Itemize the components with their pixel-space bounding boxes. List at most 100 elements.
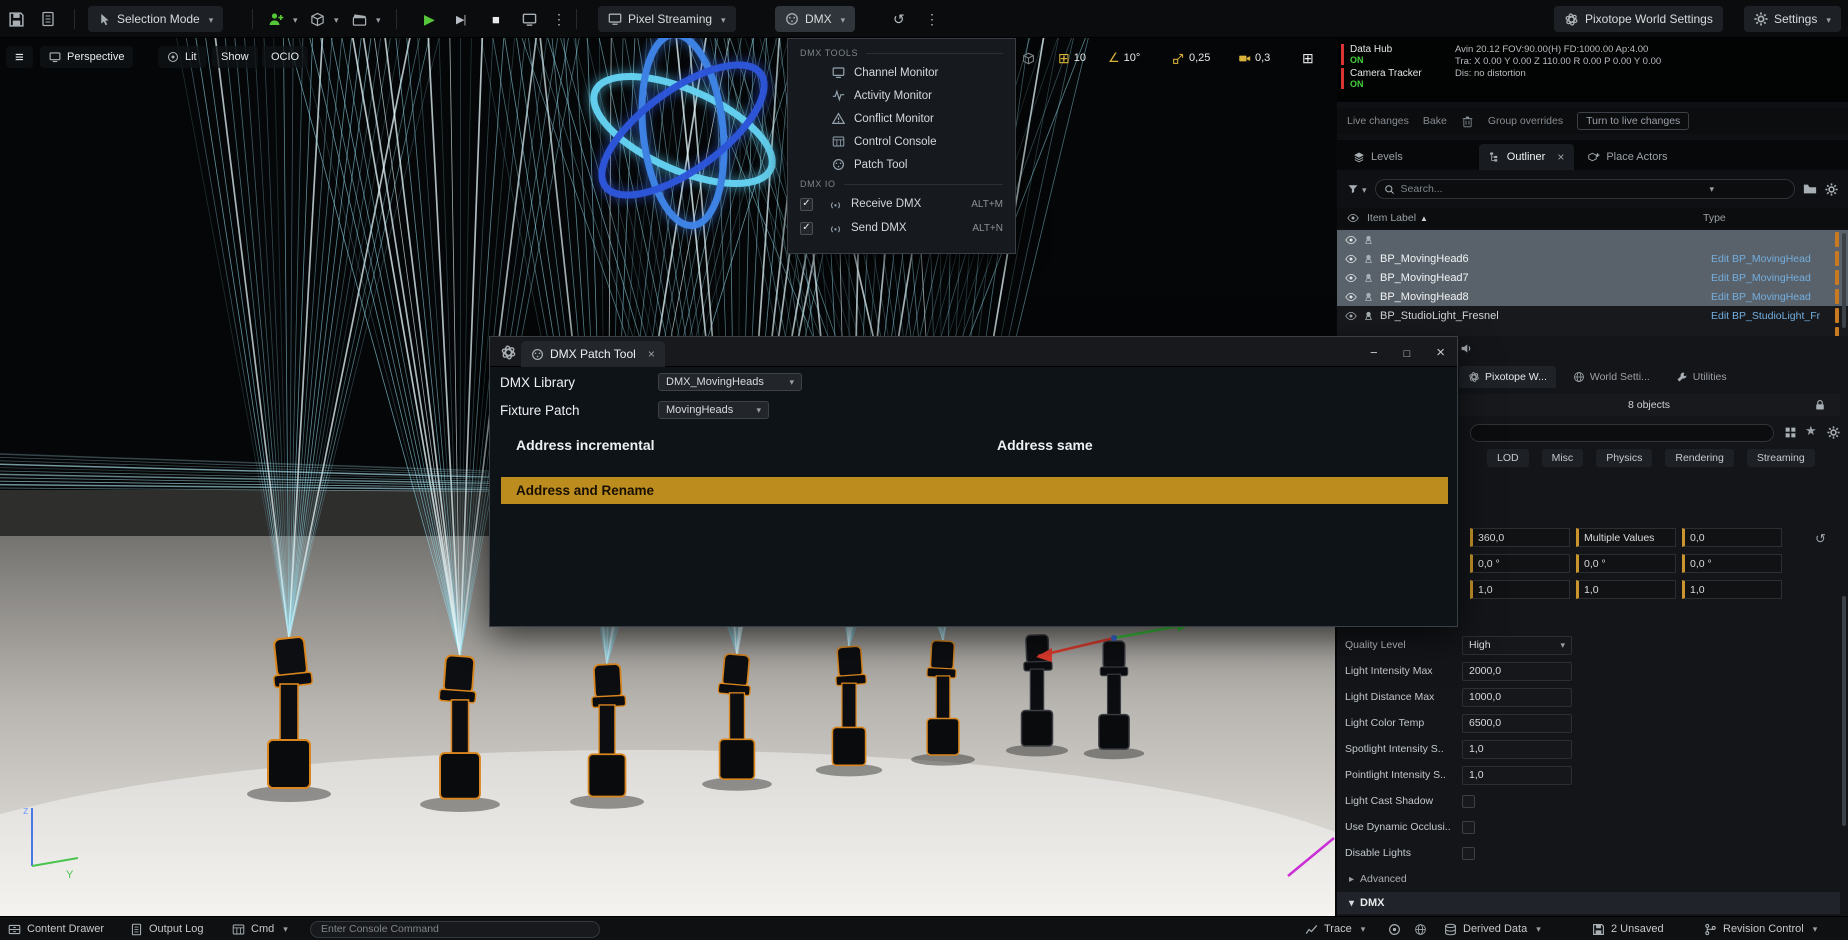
filter-pill-physics[interactable]: Physics [1596, 449, 1652, 467]
address-and-rename-button[interactable]: Address and Rename [501, 477, 1448, 504]
show-dropdown[interactable]: Show [212, 46, 258, 68]
derived-data-dropdown[interactable]: Derived Data [1444, 917, 1541, 940]
menu-item-send-dmx[interactable]: Send DMX ALT+N [788, 216, 1015, 240]
cmd-dropdown[interactable]: Cmd [232, 917, 288, 940]
reset-transform-button[interactable] [1815, 530, 1826, 548]
output-log-button[interactable]: Output Log [130, 917, 203, 940]
table-row-partial[interactable] [1337, 325, 1848, 336]
rotation-z-field[interactable]: 0,0 ° [1682, 554, 1782, 573]
menu-item-activity-monitor[interactable]: Activity Monitor [788, 84, 1015, 107]
maximize-viewport-button[interactable] [1302, 47, 1314, 69]
receive-dmx-checkbox[interactable] [800, 198, 813, 211]
address-same-button[interactable]: Address same [997, 437, 1093, 453]
item-label-column-header[interactable]: Item Label [1367, 212, 1428, 224]
eye-icon[interactable] [1345, 253, 1357, 265]
eye-icon[interactable] [1345, 310, 1357, 322]
scale-x-field[interactable]: 1,0 [1470, 580, 1570, 599]
revision-control-dropdown[interactable]: Revision Control [1704, 917, 1817, 940]
table-row[interactable]: BP_MovingHead7 Edit BP_MovingHead [1337, 268, 1848, 287]
tab-place-actors[interactable]: Place Actors [1578, 144, 1677, 170]
toolbar-overflow-button[interactable] [925, 6, 939, 32]
outliner-search-input[interactable] [1401, 183, 1701, 195]
eye-icon[interactable] [1345, 272, 1357, 284]
open-asset-button[interactable] [40, 6, 56, 32]
camera-speed-button[interactable]: 0,3 [1238, 47, 1270, 69]
star-icon[interactable]: ★ [1805, 423, 1817, 439]
trash-icon[interactable] [1461, 115, 1474, 128]
edit-blueprint-link[interactable]: Edit BP_MovingHead [1711, 291, 1811, 303]
console-command-input[interactable] [310, 921, 600, 938]
filter-pill-rendering[interactable]: Rendering [1665, 449, 1733, 467]
turn-to-live-changes-button[interactable]: Turn to live changes [1577, 112, 1689, 130]
settings-dropdown[interactable]: Settings [1744, 6, 1841, 32]
eject-button[interactable] [522, 6, 537, 32]
location-x-field[interactable]: 360,0 [1470, 528, 1570, 547]
content-drawer-button[interactable]: Content Drawer [8, 917, 104, 940]
unsaved-button[interactable]: 2 Unsaved [1592, 917, 1664, 940]
close-tab-icon[interactable] [1551, 150, 1564, 164]
viewport-menu-button[interactable] [6, 46, 33, 68]
edit-blueprint-link[interactable]: Edit BP_MovingHead [1711, 253, 1811, 265]
save-button[interactable] [8, 6, 25, 32]
light-distance-max-field[interactable]: 1000,0 [1462, 688, 1572, 707]
minimize-button[interactable] [1370, 345, 1378, 360]
insights-button[interactable] [1388, 917, 1401, 940]
tab-pixotope-world[interactable]: Pixotope W... [1459, 366, 1556, 388]
address-incremental-button[interactable]: Address incremental [516, 437, 655, 453]
stop-button[interactable] [492, 6, 500, 32]
details-scrollbar[interactable] [1842, 596, 1846, 826]
use-dynamic-occlusion-checkbox[interactable] [1462, 821, 1475, 834]
perspective-dropdown[interactable]: Perspective [40, 46, 133, 68]
disable-lights-checkbox[interactable] [1462, 847, 1475, 860]
eye-icon[interactable] [1345, 291, 1357, 303]
tab-utilities[interactable]: Utilities [1667, 366, 1736, 388]
spotlight-intensity-field[interactable]: 1,0 [1462, 740, 1572, 759]
filter-pill-misc[interactable]: Misc [1542, 449, 1584, 467]
patch-window-titlebar[interactable]: DMX Patch Tool [490, 337, 1457, 367]
play-button[interactable] [424, 6, 435, 32]
ocio-dropdown[interactable]: OCIO [262, 46, 308, 68]
speaker-icon[interactable] [1460, 342, 1473, 355]
lit-dropdown[interactable]: Lit [158, 46, 206, 68]
menu-item-conflict-monitor[interactable]: Conflict Monitor [788, 107, 1015, 130]
tab-outliner[interactable]: Outliner [1479, 144, 1575, 170]
menu-item-control-console[interactable]: Control Console [788, 130, 1015, 153]
gear-icon[interactable] [1827, 426, 1840, 439]
tab-world-settings[interactable]: World Setti... [1564, 366, 1659, 388]
rotation-y-field[interactable]: 0,0 ° [1576, 554, 1676, 573]
scale-z-field[interactable]: 1,0 [1682, 580, 1782, 599]
menu-item-channel-monitor[interactable]: Channel Monitor [788, 61, 1015, 84]
table-row[interactable]: BP_MovingHead6 Edit BP_MovingHead [1337, 249, 1848, 268]
edit-blueprint-link[interactable]: Edit BP_StudioLight_Fr [1711, 310, 1820, 322]
dmx-library-dropdown[interactable]: DMX_MovingHeads [658, 373, 802, 391]
surface-snap-button[interactable] [1022, 47, 1035, 69]
lock-icon[interactable] [1814, 399, 1826, 411]
light-cast-shadow-checkbox[interactable] [1462, 795, 1475, 808]
filter-button[interactable] [1347, 180, 1367, 198]
pointlight-intensity-field[interactable]: 1,0 [1462, 766, 1572, 785]
close-window-button[interactable] [1436, 344, 1445, 361]
location-y-field[interactable]: Multiple Values [1576, 528, 1676, 547]
maximize-button[interactable] [1404, 345, 1411, 360]
play-options-button[interactable] [552, 6, 566, 32]
grid-snap-button[interactable]: 10 [1058, 47, 1086, 69]
menu-item-receive-dmx[interactable]: Receive DMX ALT+M [788, 192, 1015, 216]
filter-pill-lod[interactable]: LOD [1487, 449, 1529, 467]
scale-snap-button[interactable]: 0,25 [1172, 47, 1210, 69]
bake-button[interactable]: Bake [1423, 115, 1447, 127]
frame-skip-button[interactable] [456, 6, 465, 32]
details-search-box[interactable] [1470, 424, 1774, 442]
rotation-snap-button[interactable]: 10° [1108, 47, 1140, 69]
quality-level-dropdown[interactable]: High [1462, 636, 1572, 655]
close-tab-icon[interactable] [642, 347, 655, 361]
advanced-expander[interactable]: Advanced [1337, 866, 1840, 892]
filter-pill-streaming[interactable]: Streaming [1747, 449, 1815, 467]
add-actor-button[interactable] [268, 6, 298, 32]
menu-item-patch-tool[interactable]: Patch Tool [788, 153, 1015, 176]
fixture-patch-dropdown[interactable]: MovingHeads [658, 401, 769, 419]
pixotope-world-settings-button[interactable]: Pixotope World Settings [1554, 6, 1723, 32]
eye-icon[interactable] [1345, 234, 1357, 246]
send-dmx-checkbox[interactable] [800, 222, 813, 235]
patch-tool-tab[interactable]: DMX Patch Tool [521, 341, 665, 367]
blueprints-button[interactable] [310, 6, 339, 32]
